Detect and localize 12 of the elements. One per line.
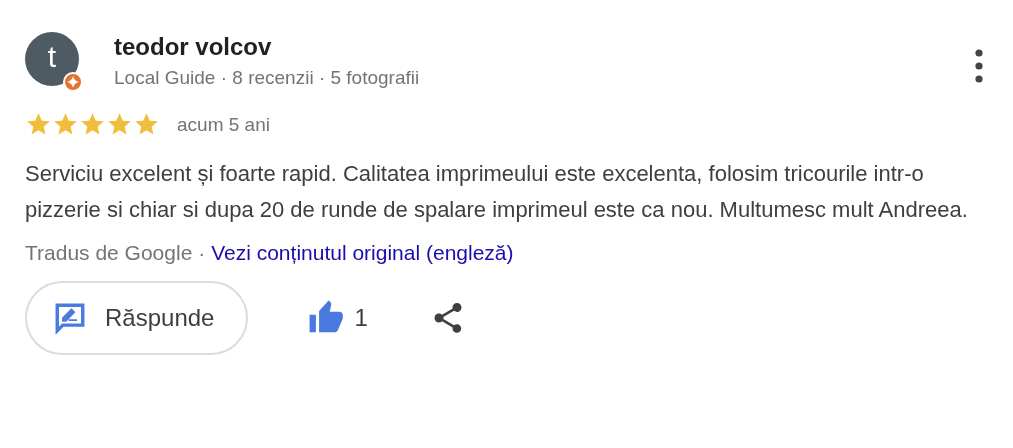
review-time: acum 5 ani: [177, 113, 270, 136]
local-guide-badge-icon: [63, 72, 83, 92]
translation-note: Tradus de Google ·: [25, 241, 206, 265]
more-options-icon[interactable]: [975, 49, 983, 83]
reply-icon: [53, 301, 87, 335]
review-text: Serviciu excelent și foarte rapid. Calitatea imprimeului este excelenta, folosim tricourile intr-o pizzerie si chiar si dupa 20 de runde de spalare imprimeul este ca nou. Multumesc mult Andreea.: [25, 160, 969, 224]
author-name[interactable]: teodor volcov: [114, 32, 975, 62]
author-meta: Local Guide · 8 recenzii · 5 fotografii: [114, 66, 421, 90]
like-button[interactable]: 1: [308, 299, 368, 337]
avatar-initial: t: [47, 42, 57, 72]
reply-button[interactable]: Răspunde: [25, 281, 249, 355]
original-text-link[interactable]: Vezi conținutul original (engleză): [211, 241, 514, 265]
